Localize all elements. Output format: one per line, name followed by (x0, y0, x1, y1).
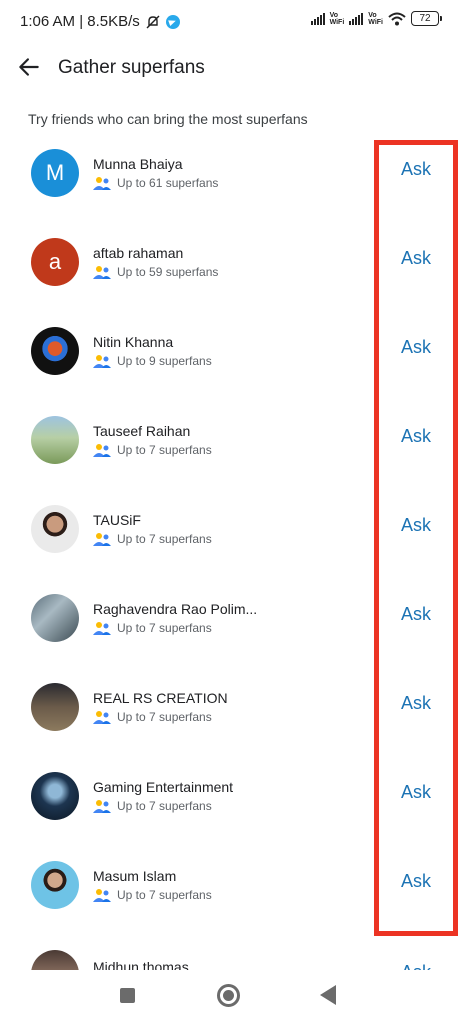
status-time-speed: 1:06 AM | 8.5KB/s (20, 13, 140, 30)
people-icon (93, 266, 111, 279)
people-icon (93, 622, 111, 635)
avatar: a (31, 238, 79, 286)
superfans-count: Up to 7 superfans (117, 532, 212, 546)
signal-icon (310, 12, 325, 25)
highlight-box (374, 140, 458, 936)
battery-icon: 72 (411, 11, 442, 26)
superfans-info: Up to 7 superfans (93, 888, 212, 902)
system-nav-bar (0, 970, 461, 1024)
avatar (31, 772, 79, 820)
avatar (31, 416, 79, 464)
people-icon (93, 889, 111, 902)
app-bar: Gather superfans (0, 48, 461, 88)
friend-name: Munna Bhaiya (93, 156, 183, 172)
people-icon (93, 177, 111, 190)
friend-name: Tauseef Raihan (93, 423, 191, 439)
friend-name: aftab rahaman (93, 245, 184, 261)
people-icon (93, 355, 111, 368)
superfans-count: Up to 59 superfans (117, 265, 219, 279)
avatar (31, 327, 79, 375)
avatar (31, 683, 79, 731)
people-icon (93, 800, 111, 813)
friend-name: Masum Islam (93, 868, 177, 884)
superfans-info: Up to 9 superfans (93, 354, 212, 368)
people-icon (93, 533, 111, 546)
page-title: Gather superfans (58, 57, 205, 78)
friend-name: Midhun thomas (93, 959, 189, 970)
list-subtitle: Try friends who can bring the most super… (28, 111, 308, 127)
avatar: M (31, 149, 79, 197)
superfans-info: Up to 7 superfans (93, 710, 212, 724)
people-icon (93, 444, 111, 457)
muted-alarm-icon (146, 15, 160, 28)
back-triangle-icon[interactable] (320, 985, 336, 1005)
vowifi-label-2: Vo WiFi (368, 11, 383, 26)
friend-name: TAUSiF (93, 512, 141, 528)
recents-square-icon[interactable] (120, 988, 135, 1003)
superfans-count: Up to 61 superfans (117, 176, 219, 190)
superfans-info: Up to 7 superfans (93, 799, 212, 813)
friend-name: Raghavendra Rao Polim... (93, 601, 258, 617)
superfans-info: Up to 59 superfans (93, 265, 218, 279)
avatar (31, 505, 79, 553)
status-right: Vo WiFi Vo WiFi 72 (310, 11, 442, 26)
superfans-count: Up to 7 superfans (117, 443, 212, 457)
friend-name: REAL RS CREATION (93, 690, 228, 706)
friend-name: Gaming Entertainment (93, 779, 234, 795)
superfans-count: Up to 9 superfans (117, 354, 212, 368)
superfans-count: Up to 7 superfans (117, 621, 212, 635)
superfans-count: Up to 7 superfans (117, 888, 212, 902)
home-circle-icon[interactable] (217, 984, 240, 1007)
superfans-count: Up to 7 superfans (117, 799, 212, 813)
superfans-info: Up to 7 superfans (93, 443, 212, 457)
vowifi-label-1: Vo WiFi (329, 11, 345, 26)
superfans-info: Up to 7 superfans (93, 532, 212, 546)
avatar (31, 861, 79, 909)
list-item-partial[interactable]: Midhun thomas Ask (0, 945, 461, 970)
avatar (31, 594, 79, 642)
superfans-count: Up to 7 superfans (117, 710, 212, 724)
people-icon (93, 711, 111, 724)
telegram-icon (165, 14, 180, 29)
friend-name: Nitin Khanna (93, 334, 174, 350)
back-arrow-icon[interactable] (16, 54, 42, 80)
wifi-icon (388, 12, 406, 25)
status-bar: 1:06 AM | 8.5KB/s Vo WiFi Vo WiFi 72 (0, 0, 461, 44)
signal-icon-2 (349, 12, 364, 25)
superfans-info: Up to 61 superfans (93, 176, 218, 190)
status-left: 1:06 AM | 8.5KB/s (20, 13, 180, 30)
ask-button[interactable]: Ask (401, 962, 431, 970)
superfans-info: Up to 7 superfans (93, 621, 212, 635)
avatar (31, 950, 79, 970)
